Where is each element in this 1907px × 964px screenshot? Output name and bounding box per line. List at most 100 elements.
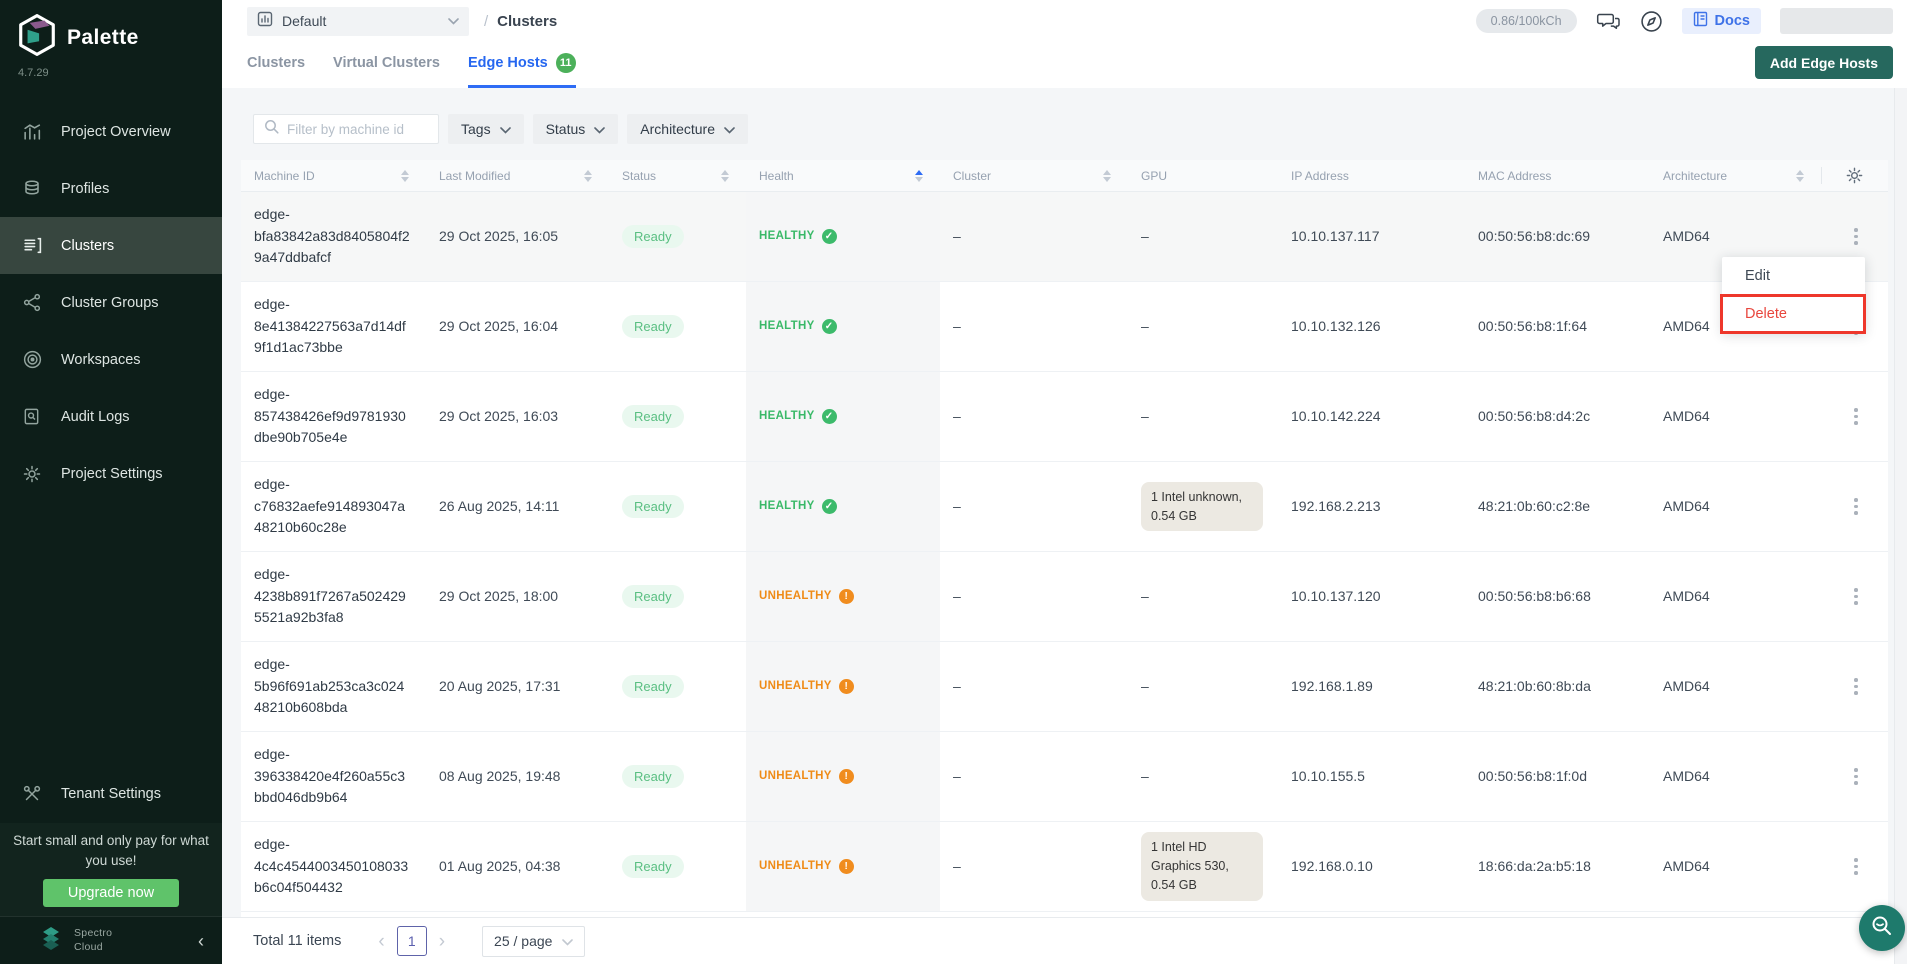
project-selector-dropdown[interactable]: Default xyxy=(247,7,469,36)
row-actions-cell xyxy=(1821,582,1888,611)
add-edge-hosts-button[interactable]: Add Edge Hosts xyxy=(1755,46,1893,79)
sidebar-item-workspaces[interactable]: Workspaces xyxy=(0,331,222,388)
servers-icon xyxy=(22,235,44,257)
sort-icon[interactable] xyxy=(721,170,729,182)
sidebar-collapse-button[interactable]: ‹ xyxy=(198,932,204,950)
palette-app-window: Palette 4.7.29 Project OverviewProfilesC… xyxy=(0,0,1907,964)
health-cell: HEALTHY✓ xyxy=(746,282,940,371)
status-cell: Ready xyxy=(609,496,746,518)
upgrade-now-button[interactable]: Upgrade now xyxy=(43,879,179,907)
status-badge: Ready xyxy=(622,315,684,338)
context-menu-edit[interactable]: Edit xyxy=(1722,257,1865,295)
compass-icon[interactable] xyxy=(1640,10,1663,33)
promo-text: Start small and only pay for what you us… xyxy=(12,831,210,872)
architecture-filter-dropdown[interactable]: Architecture xyxy=(627,114,748,144)
warning-circle-icon: ! xyxy=(839,859,854,874)
health-cell: UNHEALTHY! xyxy=(746,552,940,641)
search-input[interactable] xyxy=(287,122,428,137)
table-settings-gear-icon[interactable] xyxy=(1845,166,1864,185)
sidebar-item-cluster-groups[interactable]: Cluster Groups xyxy=(0,274,222,331)
pagination-page-button[interactable]: 1 xyxy=(397,926,427,956)
row-actions-cell xyxy=(1821,492,1888,521)
column-header-health[interactable]: Health xyxy=(746,160,940,191)
docs-button[interactable]: Docs xyxy=(1682,8,1761,34)
last-modified-cell: 29 Oct 2025, 18:00 xyxy=(426,586,609,608)
table-row[interactable]: edge-5b96f691ab253ca3c02448210b608bda20 … xyxy=(241,642,1888,732)
table-row[interactable]: edge-4238b891f7267a5024295521a92b3fa829 … xyxy=(241,552,1888,642)
table-row[interactable]: edge-4c4c4544003450108033b6c04f50443201 … xyxy=(241,822,1888,912)
table-row[interactable]: edge-857438426ef9d9781930dbe90b705e4e29 … xyxy=(241,372,1888,462)
machine-id-cell: edge-c76832aefe914893047a48210b60c28e xyxy=(241,474,426,539)
status-filter-dropdown[interactable]: Status xyxy=(533,114,619,144)
sort-icon[interactable] xyxy=(1796,170,1804,182)
table-row[interactable]: edge-8e41384227563a7d14df9f1d1ac73bbe29 … xyxy=(241,282,1888,372)
row-menu-button[interactable] xyxy=(1848,222,1864,251)
column-header-architecture[interactable]: Architecture xyxy=(1650,160,1821,191)
sidebar-footer: SpectroCloud ‹ xyxy=(0,916,222,964)
support-launcher-button[interactable] xyxy=(1859,905,1905,951)
breadcrumb-current[interactable]: Clusters xyxy=(497,13,557,30)
sort-icon[interactable] xyxy=(584,170,592,182)
row-menu-button[interactable] xyxy=(1848,492,1864,521)
table-body: edge-bfa83842a83d8405804f29a47ddbafcf29 … xyxy=(241,192,1888,912)
context-menu-delete[interactable]: Delete xyxy=(1722,295,1865,333)
cluster-cell: – xyxy=(940,226,1128,248)
user-menu[interactable] xyxy=(1780,8,1893,34)
gpu-cell: – xyxy=(1128,316,1278,338)
row-menu-button[interactable] xyxy=(1848,672,1864,701)
sort-icon[interactable] xyxy=(1103,170,1111,182)
sidebar-item-audit-logs[interactable]: Audit Logs xyxy=(0,388,222,445)
gpu-cell: 1 Intel HD Graphics 530, 0.54 GB xyxy=(1128,832,1278,900)
pagination-next-button[interactable]: › xyxy=(427,932,457,951)
sidebar-item-label: Audit Logs xyxy=(61,409,130,425)
gpu-cell: 1 Intel unknown, 0.54 GB xyxy=(1128,482,1278,532)
tab-label: Clusters xyxy=(247,55,305,71)
ip-address-cell: 192.168.2.213 xyxy=(1278,496,1465,518)
sort-icon[interactable] xyxy=(915,170,923,182)
sort-icon[interactable] xyxy=(401,170,409,182)
row-actions-cell xyxy=(1821,402,1888,431)
sidebar-item-clusters[interactable]: Clusters xyxy=(0,217,222,274)
mac-address-cell: 00:50:56:b8:d4:2c xyxy=(1465,406,1650,428)
tab-clusters[interactable]: Clusters xyxy=(247,38,305,88)
gpu-badge: 1 Intel unknown, 0.54 GB xyxy=(1141,482,1263,532)
scrollbar-track[interactable] xyxy=(1894,88,1907,964)
gpu-cell: – xyxy=(1128,676,1278,698)
column-label: Cluster xyxy=(953,169,991,183)
column-header-status[interactable]: Status xyxy=(609,160,746,191)
status-cell: Ready xyxy=(609,226,746,248)
row-menu-button[interactable] xyxy=(1848,582,1864,611)
warning-circle-icon: ! xyxy=(839,679,854,694)
architecture-cell: AMD64 xyxy=(1650,676,1821,698)
page-size-select[interactable]: 25 / page xyxy=(482,926,585,957)
sidebar-item-project-overview[interactable]: Project Overview xyxy=(0,103,222,160)
tab-edge-hosts[interactable]: Edge Hosts11 xyxy=(468,38,576,88)
column-header-ip-address: IP Address xyxy=(1278,160,1465,191)
tab-virtual-clusters[interactable]: Virtual Clusters xyxy=(333,38,440,88)
table-row[interactable]: edge-396338420e4f260a55c3bbd046db9b6408 … xyxy=(241,732,1888,822)
tags-filter-dropdown[interactable]: Tags xyxy=(448,114,524,144)
status-badge: Ready xyxy=(622,855,684,878)
row-menu-button[interactable] xyxy=(1848,762,1864,791)
app-logo: Palette xyxy=(0,0,222,61)
gpu-badge: 1 Intel HD Graphics 530, 0.54 GB xyxy=(1141,832,1263,900)
sidebar-item-profiles[interactable]: Profiles xyxy=(0,160,222,217)
health-badge: HEALTHY✓ xyxy=(759,228,837,246)
column-label: Last Modified xyxy=(439,169,510,183)
column-header-machine-id[interactable]: Machine ID xyxy=(241,160,426,191)
chat-icon[interactable] xyxy=(1596,10,1621,32)
sidebar-item-tenant-settings[interactable]: Tenant Settings xyxy=(0,766,222,823)
machine-id-search[interactable] xyxy=(253,114,439,144)
pagination-prev-button[interactable]: ‹ xyxy=(366,932,396,951)
column-header-last-modified[interactable]: Last Modified xyxy=(426,160,609,191)
table-row[interactable]: edge-c76832aefe914893047a48210b60c28e26 … xyxy=(241,462,1888,552)
table-row[interactable]: edge-bfa83842a83d8405804f29a47ddbafcf29 … xyxy=(241,192,1888,282)
row-menu-button[interactable] xyxy=(1848,852,1864,881)
row-actions-cell xyxy=(1821,852,1888,881)
column-header-cluster[interactable]: Cluster xyxy=(940,160,1128,191)
sidebar-item-project-settings[interactable]: Project Settings xyxy=(0,445,222,502)
brand-name: SpectroCloud xyxy=(74,927,112,954)
row-menu-button[interactable] xyxy=(1848,402,1864,431)
row-actions-cell xyxy=(1821,672,1888,701)
search-icon xyxy=(264,119,279,139)
